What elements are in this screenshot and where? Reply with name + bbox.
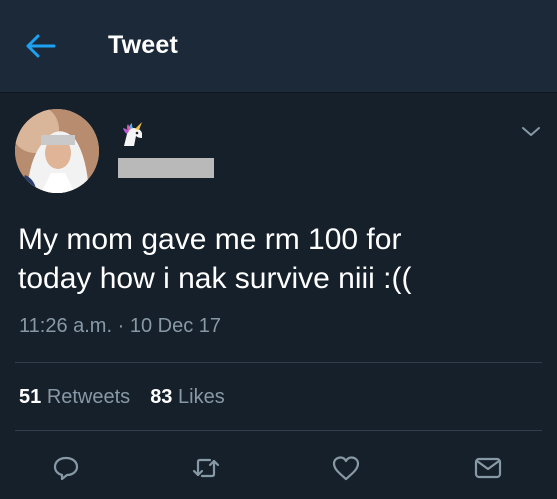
reply-button[interactable] xyxy=(48,452,84,488)
tweet-detail-screen: Tweet My mom gave me rm 100 for today ho… xyxy=(0,0,557,499)
tweet-text-line: My mom gave me rm 100 for xyxy=(18,223,402,256)
timestamp-separator: · xyxy=(117,315,125,337)
tweet-time: 11:26 a.m. xyxy=(19,315,113,337)
page-title: Tweet xyxy=(108,31,178,59)
engagement-stats: 51 Retweets 83 Likes xyxy=(19,386,245,409)
tweet-actions xyxy=(0,452,557,492)
retweets-count: 51 xyxy=(19,386,42,408)
likes-stat[interactable]: 83 Likes xyxy=(150,386,225,409)
divider xyxy=(15,430,542,431)
tweet-date: 10 Dec 17 xyxy=(129,315,221,337)
author-handle-redacted xyxy=(118,158,214,178)
retweets-stat[interactable]: 51 Retweets xyxy=(19,386,130,409)
retweets-label: Retweets xyxy=(46,386,131,408)
back-button[interactable] xyxy=(20,30,60,66)
tweet-text: My mom gave me rm 100 for today how i na… xyxy=(18,220,538,298)
retweet-button[interactable] xyxy=(188,452,224,488)
arrow-left-icon xyxy=(24,33,56,64)
like-icon xyxy=(331,454,361,487)
likes-count: 83 xyxy=(150,386,173,408)
divider xyxy=(15,362,542,363)
share-icon xyxy=(473,455,503,486)
like-button[interactable] xyxy=(328,452,364,488)
tweet: My mom gave me rm 100 for today how i na… xyxy=(0,92,557,499)
unicorn-emoji xyxy=(118,122,148,148)
reply-icon xyxy=(52,454,80,487)
tweet-timestamp[interactable]: 11:26 a.m. · 10 Dec 17 xyxy=(19,315,221,338)
top-app-bar: Tweet xyxy=(0,0,557,93)
retweet-icon xyxy=(191,455,221,486)
likes-label: Likes xyxy=(178,386,225,408)
share-button[interactable] xyxy=(470,452,506,488)
avatar[interactable] xyxy=(15,109,99,193)
tweet-text-line: today how i nak survive niii :(( xyxy=(18,262,412,295)
chevron-down-icon[interactable] xyxy=(520,124,542,140)
